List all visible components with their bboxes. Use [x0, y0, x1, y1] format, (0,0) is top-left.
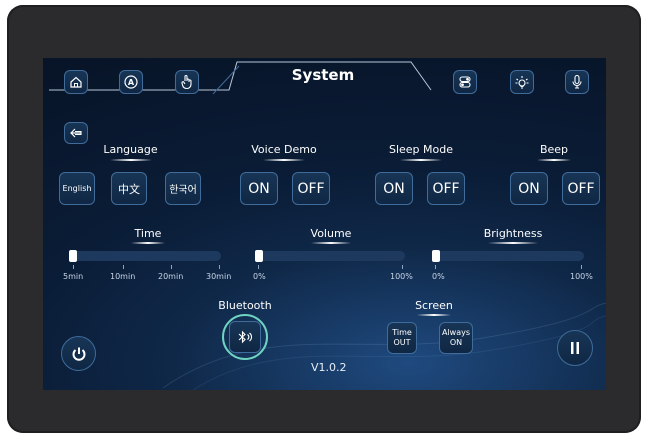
time-tick-label: 20min — [158, 272, 184, 281]
time-tick-label: 30min — [206, 272, 232, 281]
screen-timeout-line2: OUT — [393, 338, 411, 347]
bluetooth-icon — [238, 330, 252, 344]
light-button[interactable] — [510, 70, 534, 94]
time-tick — [73, 265, 74, 269]
time-tick-label: 10min — [110, 272, 136, 281]
time-slider-track[interactable] — [69, 251, 221, 261]
volume-max-label: 100% — [390, 272, 413, 281]
screen-underline — [417, 314, 451, 316]
auto-mode-button[interactable]: A — [119, 70, 143, 94]
toggle-settings-button[interactable] — [453, 70, 477, 94]
svg-text:A: A — [128, 78, 135, 87]
voice-demo-underline — [263, 159, 305, 161]
sleep-mode-off-button[interactable]: OFF — [427, 172, 465, 205]
screen-always-line2: ON — [449, 338, 463, 347]
beep-on-button[interactable]: ON — [510, 172, 548, 205]
volume-underline — [311, 242, 351, 244]
time-tick — [171, 265, 172, 269]
brightness-slider-thumb[interactable] — [432, 250, 440, 262]
time-tick-label: 5min — [63, 272, 84, 281]
volume-min-label: 0% — [253, 272, 266, 281]
bluetooth-selected-ring — [222, 314, 268, 360]
time-slider-thumb[interactable] — [69, 250, 77, 262]
home-icon — [70, 76, 82, 88]
version-label: V1.0.2 — [311, 361, 347, 374]
language-english-button[interactable]: English — [59, 172, 95, 205]
toggle-switch-icon — [459, 76, 471, 88]
voice-demo-label: Voice Demo — [251, 143, 317, 156]
beep-underline — [537, 159, 571, 161]
volume-tick — [258, 265, 259, 269]
language-korean-button[interactable]: 한국어 — [165, 172, 201, 205]
pause-icon — [571, 342, 579, 354]
language-label: Language — [103, 143, 158, 156]
back-button[interactable] — [64, 122, 88, 144]
brightness-tick — [435, 265, 436, 269]
sleep-mode-label: Sleep Mode — [388, 143, 454, 156]
hand-icon — [181, 74, 192, 90]
screen-label: Screen — [415, 299, 453, 312]
touch-button[interactable] — [175, 70, 199, 94]
home-button[interactable] — [64, 70, 88, 94]
power-icon — [72, 347, 85, 361]
time-label: Time — [134, 227, 162, 240]
beep-label: Beep — [539, 143, 569, 156]
volume-tick — [402, 265, 403, 269]
background-wave — [162, 302, 606, 390]
power-button[interactable] — [61, 336, 96, 371]
beep-off-button[interactable]: OFF — [562, 172, 600, 205]
brightness-label: Brightness — [483, 227, 543, 240]
sun-icon — [515, 76, 529, 89]
brightness-max-label: 100% — [570, 272, 593, 281]
brightness-slider-track[interactable] — [432, 251, 584, 261]
time-tick — [219, 265, 220, 269]
volume-slider-track[interactable] — [255, 251, 405, 261]
time-tick — [123, 265, 124, 269]
screen-always-on-button[interactable]: Always ON — [439, 322, 473, 354]
screen-timeout-button[interactable]: Time OUT — [387, 322, 417, 354]
volume-slider-thumb[interactable] — [255, 250, 263, 262]
voice-demo-off-button[interactable]: OFF — [292, 172, 330, 205]
language-chinese-button[interactable]: 中文 — [111, 172, 147, 205]
pause-button[interactable] — [557, 330, 593, 366]
brightness-underline — [488, 242, 538, 244]
sleep-mode-on-button[interactable]: ON — [375, 172, 413, 205]
system-screen: System A Language Voice Demo Sleep Mode … — [43, 58, 606, 390]
bluetooth-label: Bluetooth — [218, 299, 272, 312]
back-arrow-icon — [70, 128, 82, 138]
sleep-mode-underline — [400, 159, 442, 161]
brightness-tick — [581, 265, 582, 269]
bluetooth-button[interactable] — [229, 321, 261, 353]
screen-timeout-line1: Time — [392, 328, 412, 337]
time-underline — [131, 242, 165, 244]
screen-always-line1: Always — [441, 328, 471, 337]
language-underline — [110, 159, 152, 161]
voice-demo-on-button[interactable]: ON — [240, 172, 278, 205]
brightness-min-label: 0% — [432, 272, 445, 281]
volume-label: Volume — [310, 227, 352, 240]
microphone-icon — [572, 74, 582, 89]
voice-button[interactable] — [565, 70, 589, 94]
autoplay-icon: A — [124, 75, 138, 89]
page-title: System — [291, 66, 355, 84]
